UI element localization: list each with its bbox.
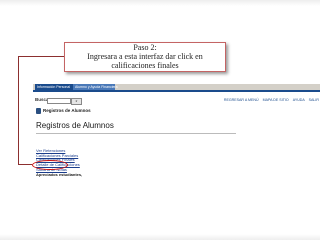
callout-line-1: Ingresara a esta interfaz dar click en: [87, 52, 203, 61]
title-divider: [36, 133, 236, 134]
slide-top-band: [0, 0, 320, 6]
help-link[interactable]: AYUDA: [293, 98, 305, 102]
app-title: Registros de Alumnos: [43, 108, 91, 113]
connector-line-bottom: [18, 164, 32, 165]
student-notice-text: Apreciados estudiantes,: [36, 171, 83, 177]
go-button[interactable]: Ir: [71, 97, 82, 105]
callout-line-2: calificaciones finales: [111, 61, 179, 70]
search-input[interactable]: [47, 98, 71, 104]
connector-line-top: [18, 56, 64, 57]
exit-link[interactable]: SALIR: [309, 98, 319, 102]
top-links: REGRESAR A MENÚ MAPA DE SITIO AYUDA SALI…: [221, 96, 319, 104]
site-map-link[interactable]: MAPA DE SITIO: [263, 98, 289, 102]
browser-screenshot: Información Personal Alumno y Ayuda Fina…: [33, 84, 320, 196]
slide-bottom-band: [0, 234, 320, 240]
page-title: Registros de Alumnos: [36, 121, 114, 130]
back-to-menu-link[interactable]: REGRESAR A MENÚ: [224, 98, 259, 102]
callout-title: Paso 2:: [133, 43, 157, 52]
final-grades-highlight-circle: [32, 160, 68, 170]
instruction-callout: Paso 2: Ingresara a esta interfaz dar cl…: [64, 42, 226, 72]
tab-underline: [33, 90, 320, 92]
connector-line-vertical: [18, 56, 19, 165]
university-emblem-icon: [36, 108, 41, 114]
search-row: Buscar Ir REGRESAR A MENÚ MAPA DE SITIO …: [33, 96, 320, 105]
